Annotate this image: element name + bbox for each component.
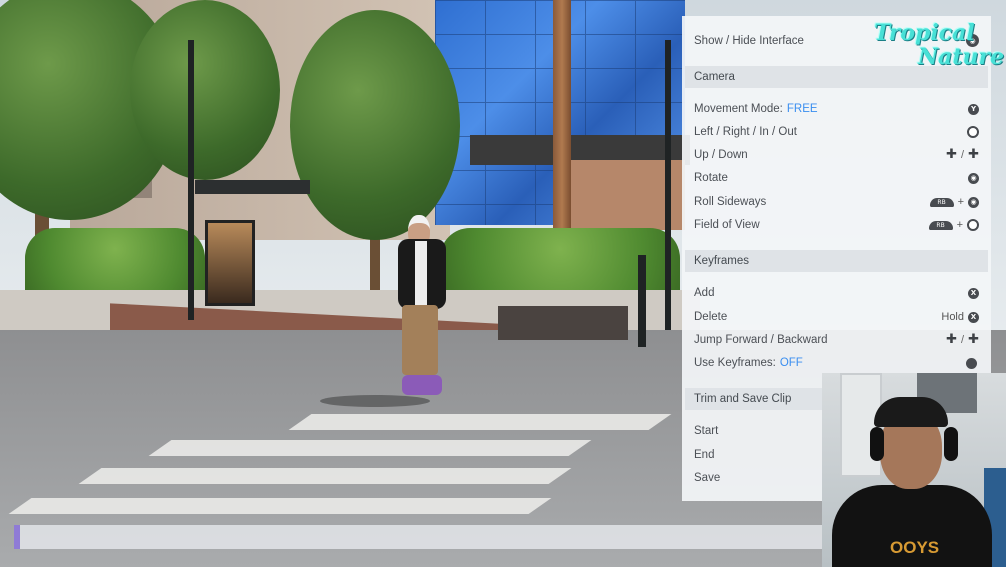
- rb-bumper-icon: RB: [928, 220, 953, 230]
- left-right-in-out-row[interactable]: Left / Right / In / Out: [694, 122, 979, 142]
- tree: [130, 0, 280, 180]
- streamer-cap: [874, 397, 948, 427]
- logo-line1: Tropical: [874, 20, 975, 46]
- slash-separator: /: [961, 334, 965, 346]
- street-lamp: [188, 40, 194, 320]
- webcam-overlay: OOYS: [822, 373, 1006, 567]
- skater-character: [396, 215, 451, 400]
- crosswalk-stripe: [148, 440, 592, 456]
- dpad-right-icon: ✚: [968, 332, 979, 347]
- delete-keyframe-label: Delete: [694, 311, 728, 323]
- right-stick-icon: ◉: [968, 196, 979, 208]
- shirt-print: OOYS: [890, 538, 940, 557]
- plus-separator: +: [957, 196, 964, 208]
- add-keyframe-row[interactable]: Add X: [694, 283, 979, 303]
- hedge: [25, 228, 205, 298]
- delete-keyframe-row[interactable]: Delete Hold X: [694, 307, 979, 327]
- jump-forward-backward-row[interactable]: Jump Forward / Backward ✚ / ✚: [694, 330, 979, 350]
- bus-shelter: [195, 180, 310, 324]
- rb-bumper-icon: RB: [929, 197, 954, 207]
- keyframes-header-label: Keyframes: [694, 255, 749, 267]
- street-lamp: [665, 40, 671, 330]
- movement-mode-row[interactable]: Movement Mode: FREE Y: [694, 99, 979, 119]
- headphone-icon: [944, 427, 958, 461]
- crosswalk-stripe: [78, 468, 572, 484]
- up-down-row[interactable]: Up / Down ✚ / ✚: [694, 145, 979, 165]
- y-button-icon: Y: [968, 103, 979, 115]
- parking-meter: [638, 255, 646, 347]
- up-down-label: Up / Down: [694, 149, 748, 161]
- roll-sideways-row[interactable]: Roll Sideways RB + ◉: [694, 192, 979, 212]
- dpad-up-icon: ✚: [946, 147, 958, 162]
- crosswalk-stripe: [288, 414, 672, 430]
- x-button-icon: X: [968, 287, 979, 299]
- left-right-in-out-label: Left / Right / In / Out: [694, 126, 797, 138]
- field-of-view-label: Field of View: [694, 219, 760, 231]
- dpad-down-icon: ✚: [968, 147, 979, 162]
- rotate-row[interactable]: Rotate ◉: [694, 168, 979, 188]
- palm-tree: [553, 0, 571, 230]
- slash-separator: /: [961, 149, 965, 161]
- use-keyframes-label: Use Keyframes:: [694, 357, 776, 369]
- tree: [290, 10, 460, 240]
- x-button-icon: X: [968, 311, 979, 323]
- skateboard: [402, 375, 442, 395]
- field-of-view-row[interactable]: Field of View RB +: [694, 215, 979, 235]
- add-keyframe-label: Add: [694, 287, 715, 299]
- dpad-left-icon: ✚: [946, 332, 958, 347]
- left-stick-icon: [967, 219, 979, 231]
- plus-separator: +: [956, 219, 963, 231]
- headphone-icon: [870, 427, 884, 461]
- movement-mode-value: FREE: [786, 103, 818, 115]
- hold-prefix-label: Hold: [941, 311, 964, 323]
- right-stick-icon: ◉: [968, 172, 979, 184]
- roll-sideways-label: Roll Sideways: [694, 196, 767, 208]
- rotate-label: Rotate: [694, 172, 728, 184]
- clip-timeline[interactable]: [14, 525, 826, 549]
- bench: [498, 306, 628, 340]
- left-stick-icon: [967, 126, 979, 138]
- movement-mode-label: Movement Mode:: [694, 103, 783, 115]
- keyframes-section-header: Keyframes: [685, 250, 988, 272]
- logo-line2: Nature: [918, 44, 1005, 70]
- use-keyframes-row[interactable]: Use Keyframes: OFF: [694, 353, 979, 373]
- timeline-playhead[interactable]: [14, 525, 20, 549]
- use-keyframes-value: OFF: [779, 357, 803, 369]
- jump-forward-backward-label: Jump Forward / Backward: [694, 334, 828, 346]
- channel-logo: Tropical Nature: [870, 14, 1005, 76]
- crosswalk-stripe: [8, 498, 552, 514]
- trim-save-header-label: Trim and Save Clip: [694, 393, 792, 405]
- camera-header-label: Camera: [694, 71, 735, 83]
- view-button-icon: [966, 358, 977, 369]
